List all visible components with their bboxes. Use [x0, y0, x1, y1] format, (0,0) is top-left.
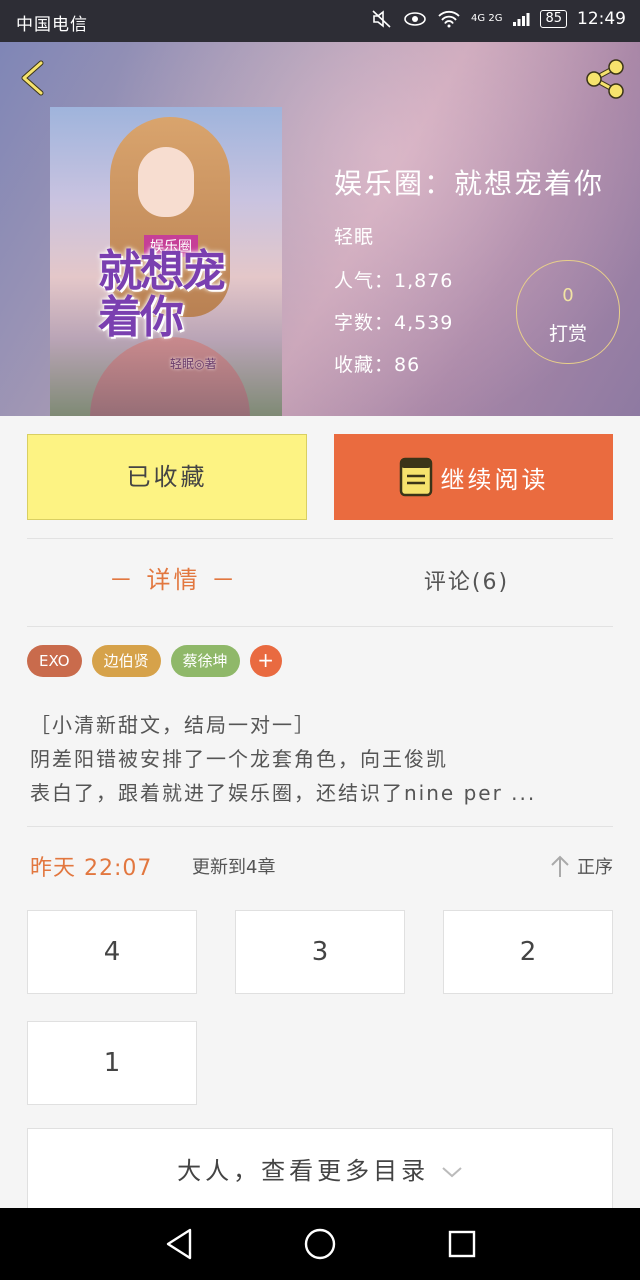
sort-order-label: 正序: [577, 857, 613, 878]
update-row: 昨天 22:07 更新到4章 正序: [30, 850, 615, 884]
mute-icon: [372, 10, 391, 28]
sort-order-button[interactable]: 正序: [549, 853, 613, 879]
tab-comments[interactable]: 评论(6): [320, 564, 613, 596]
reward-label: 打赏: [548, 323, 587, 345]
update-time: 昨天 22:07: [30, 856, 153, 881]
divider: [27, 538, 613, 539]
network-type: 4G 2G: [471, 13, 503, 24]
chevron-down-icon: [442, 1167, 462, 1178]
share-icon[interactable]: [582, 56, 628, 102]
book-title: 娱乐圈：就想宠着你: [334, 167, 605, 200]
add-tag-button[interactable]: +: [249, 645, 282, 677]
nav-back-icon[interactable]: [162, 1226, 196, 1262]
eye-icon: [404, 12, 426, 26]
tab-detail[interactable]: － 详情 －: [27, 560, 320, 595]
more-catalog-button[interactable]: 大人，查看更多目录: [27, 1128, 613, 1218]
battery-indicator: 85: [540, 10, 567, 28]
tag-list: EXO 边伯贤 蔡徐坤 +: [27, 645, 282, 677]
reward-button[interactable]: 0 打赏: [516, 260, 620, 364]
continue-reading-label: 继续阅读: [440, 465, 549, 494]
tag-item[interactable]: EXO: [27, 645, 82, 677]
book-icon: [399, 457, 432, 497]
update-info: 更新到4章: [192, 857, 276, 878]
nav-recents-icon[interactable]: [446, 1226, 478, 1262]
favorited-button[interactable]: 已收藏: [27, 434, 307, 520]
book-cover-image: 娱乐圈 就想宠着你 轻眠◎著: [50, 107, 282, 416]
book-popularity: 人气：1,876: [334, 270, 454, 292]
chapter-item[interactable]: 2: [443, 910, 613, 994]
wifi-icon: [438, 10, 460, 28]
cover-author: 轻眠◎著: [170, 357, 217, 371]
more-catalog-label: 大人，查看更多目录: [177, 1157, 430, 1185]
chapter-item[interactable]: 3: [235, 910, 405, 994]
book-header: 娱乐圈 就想宠着你 轻眠◎著 娱乐圈：就想宠着你 轻眠 人气：1,876 字数：…: [0, 42, 640, 416]
book-word-count: 字数：4,539: [334, 312, 454, 334]
cover-title: 就想宠着你: [98, 246, 226, 343]
status-bar: 中国电信 4G 2G 85 12:49: [0, 0, 640, 42]
back-icon[interactable]: [14, 58, 54, 98]
clock: 12:49: [577, 9, 626, 29]
tag-item[interactable]: 边伯贤: [91, 645, 161, 677]
book-favorites: 收藏：86: [334, 354, 421, 376]
signal-icon: [513, 13, 530, 26]
status-icons: 4G 2G 85 12:49: [371, 9, 626, 29]
reward-count: 0: [562, 285, 574, 306]
continue-reading-button[interactable]: 继续阅读: [334, 434, 613, 520]
tag-item[interactable]: 蔡徐坤: [170, 645, 240, 677]
description-line: 表白了，跟着就进了娱乐圈，还结识了nine per ...: [30, 781, 537, 805]
divider: [27, 826, 613, 827]
description-line: ［小清新甜文，结局一对一］: [30, 713, 316, 737]
nav-home-icon[interactable]: [302, 1226, 338, 1262]
chapter-item[interactable]: 4: [27, 910, 197, 994]
carrier-label: 中国电信: [16, 15, 88, 35]
book-description[interactable]: ［小清新甜文，结局一对一］ 阴差阳错被安排了一个龙套角色，向王俊凯 表白了，跟着…: [30, 708, 615, 810]
description-line: 阴差阳错被安排了一个龙套角色，向王俊凯: [30, 747, 448, 771]
book-author: 轻眠: [334, 226, 375, 248]
divider: [27, 626, 613, 627]
arrow-up-icon: [551, 855, 569, 877]
system-navigation-bar: [0, 1208, 640, 1280]
chapter-item[interactable]: 1: [27, 1021, 197, 1105]
